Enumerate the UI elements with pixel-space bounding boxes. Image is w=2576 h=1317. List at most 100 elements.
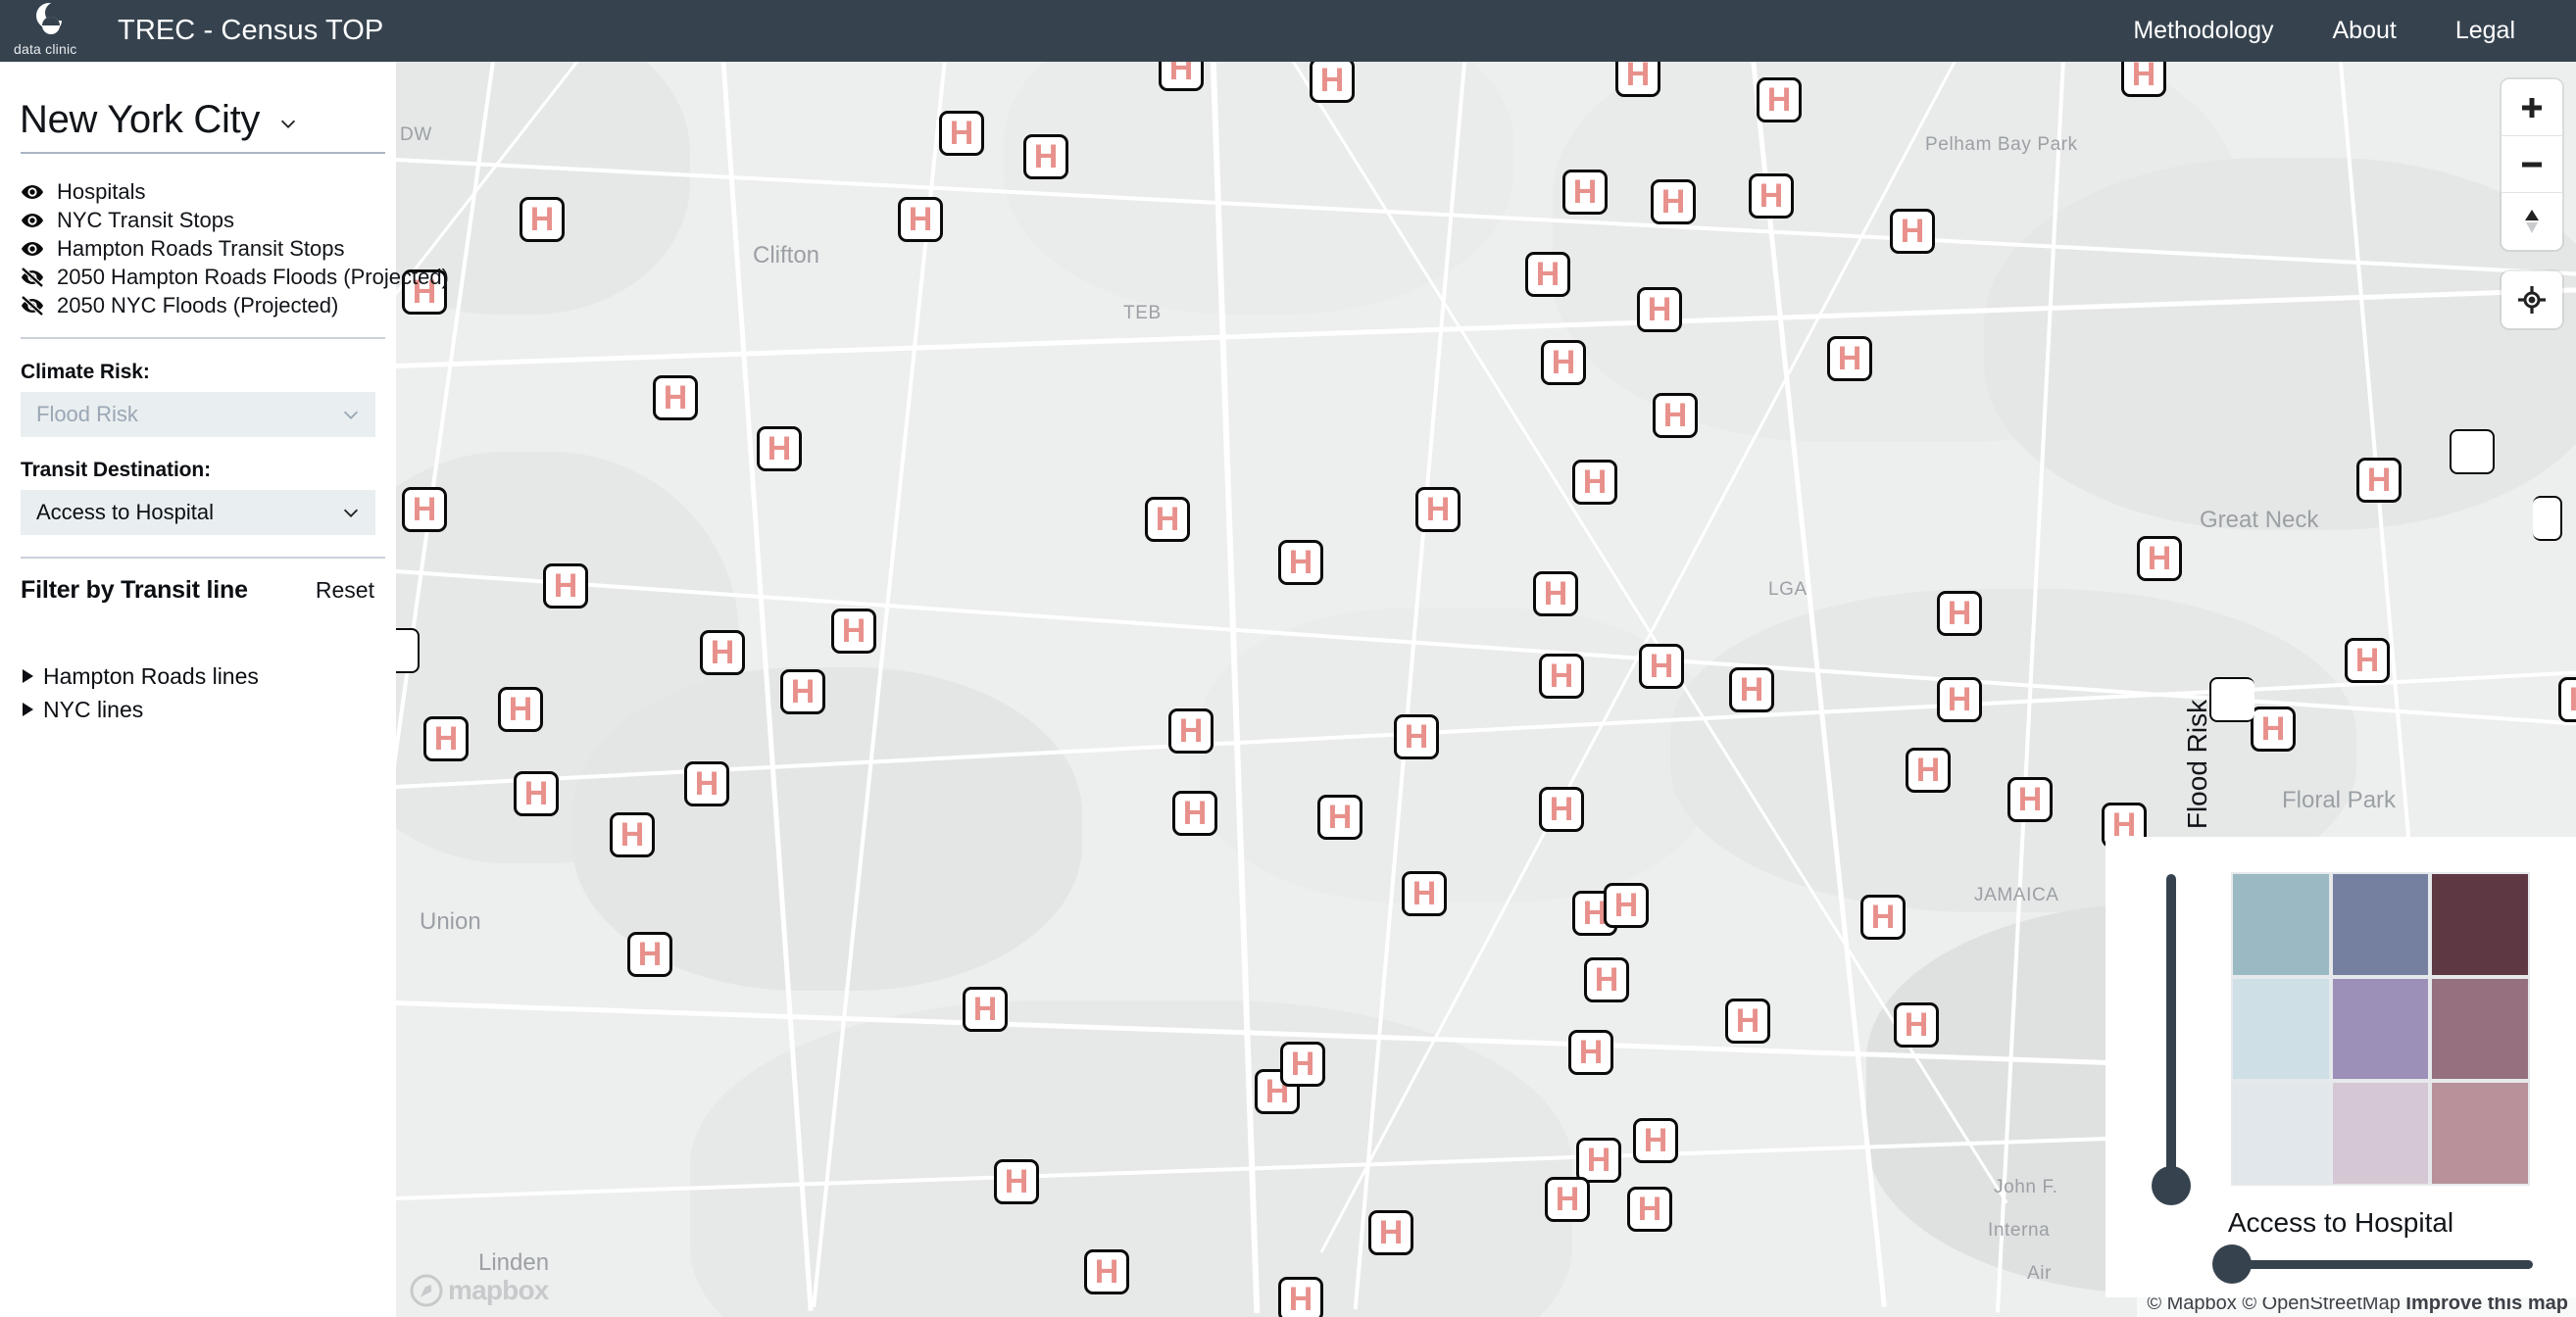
nav-link-legal[interactable]: Legal [2455, 17, 2515, 45]
hospital-marker[interactable]: H [2251, 707, 2296, 752]
layer-toggle-4[interactable]: 2050 NYC Floods (Projected) [21, 291, 396, 319]
hospital-marker[interactable]: H [2558, 677, 2576, 722]
hospital-marker[interactable]: H [1415, 487, 1461, 532]
hospital-marker[interactable]: H [2007, 777, 2053, 822]
hospital-marker[interactable]: H [1757, 77, 1802, 122]
hospital-marker[interactable]: H [1651, 179, 1696, 224]
hospital-marker[interactable]: H [1394, 714, 1439, 759]
zoom-in-button[interactable] [2502, 79, 2562, 136]
hospital-marker[interactable]: H [2137, 536, 2182, 581]
hospital-marker[interactable]: H [1145, 497, 1190, 542]
hospital-marker[interactable]: H [1541, 340, 1586, 385]
hospital-marker[interactable]: H [1562, 170, 1608, 215]
hospital-marker[interactable]: H [1725, 999, 1770, 1044]
layer-toggle-3[interactable]: 2050 Hampton Roads Floods (Projected) [21, 263, 449, 291]
layer-toggle-0[interactable]: Hospitals [21, 177, 396, 206]
nav-link-methodology[interactable]: Methodology [2133, 17, 2273, 45]
eye-off-icon[interactable] [21, 266, 44, 289]
legend-cell-r0-c1 [2332, 874, 2429, 975]
hospital-marker[interactable]: H [498, 687, 543, 732]
hospital-marker[interactable]: H [1278, 1277, 1323, 1317]
hospital-marker[interactable]: H [1639, 644, 1684, 689]
city-selector[interactable]: New York City [0, 62, 396, 152]
hospital-marker[interactable]: H [700, 630, 745, 675]
hospital-marker[interactable]: H [898, 197, 943, 242]
hospital-marker[interactable]: H [2356, 458, 2402, 503]
access-to-hospital-slider-knob[interactable] [2212, 1244, 2252, 1284]
hospital-marker[interactable]: H [757, 426, 802, 471]
hospital-marker[interactable]: H [684, 761, 729, 806]
hospital-marker[interactable]: H [627, 932, 672, 977]
hospital-marker[interactable]: H [963, 987, 1008, 1032]
hospital-marker[interactable]: H [1568, 1030, 1613, 1075]
hospital-marker[interactable]: H [610, 812, 655, 857]
hospital-marker[interactable]: H [1906, 748, 1951, 793]
hospital-marker[interactable]: H [1937, 677, 1982, 722]
hospital-marker[interactable]: H [1827, 336, 1872, 381]
hospital-marker[interactable]: H [1627, 1187, 1672, 1232]
hospital-marker[interactable]: H [1280, 1042, 1325, 1087]
zoom-out-button[interactable] [2502, 136, 2562, 193]
map-controls [2502, 79, 2562, 350]
hospital-marker[interactable]: H [939, 111, 984, 156]
reset-button[interactable]: Reset [316, 577, 374, 604]
hospital-marker[interactable]: H [1310, 58, 1355, 103]
accordion-0[interactable]: Hampton Roads lines [21, 659, 375, 693]
hospital-marker[interactable]: H [1402, 871, 1447, 916]
flood-risk-slider[interactable] [2152, 874, 2191, 1205]
hospital-marker[interactable]: H [780, 669, 825, 714]
eye-off-icon[interactable] [21, 294, 44, 317]
hospital-marker[interactable]: H [1637, 287, 1682, 332]
layer-toggle-1[interactable]: NYC Transit Stops [21, 206, 396, 234]
transit-destination-select[interactable]: Access to Hospital [21, 490, 375, 535]
hospital-marker[interactable]: H [2345, 638, 2390, 683]
hospital-marker[interactable]: H [423, 716, 469, 761]
flood-risk-slider-knob[interactable] [2152, 1166, 2191, 1205]
hospital-marker[interactable]: H [1368, 1210, 1413, 1255]
hospital-marker[interactable]: H [1278, 540, 1323, 585]
hospital-marker[interactable]: H [520, 197, 565, 242]
access-to-hospital-slider[interactable] [2212, 1244, 2533, 1284]
brand[interactable]: data clinic [0, 0, 118, 62]
hospital-marker[interactable]: H [1749, 173, 1794, 219]
hospital-marker[interactable]: H [1894, 1002, 1939, 1048]
hospital-marker[interactable]: H [1525, 252, 1570, 297]
accordion-1[interactable]: NYC lines [21, 693, 375, 726]
compass-button[interactable] [2502, 193, 2562, 250]
mapbox-wordmark: mapbox [448, 1275, 549, 1305]
hospital-marker[interactable]: H [1084, 1249, 1129, 1294]
hospital-marker[interactable]: H [1729, 667, 1774, 712]
nav-link-about[interactable]: About [2332, 17, 2396, 45]
hospital-marker[interactable]: H [1937, 591, 1982, 636]
hospital-marker[interactable]: H [653, 375, 698, 420]
hospital-marker[interactable]: H [1572, 460, 1617, 505]
hospital-marker[interactable]: H [1539, 654, 1584, 699]
hospital-marker[interactable]: H [1633, 1118, 1678, 1163]
mapbox-logo[interactable]: mapbox [410, 1274, 549, 1307]
hospital-marker[interactable]: H [1317, 795, 1362, 840]
hospital-marker[interactable]: H [1584, 957, 1629, 1002]
hospital-marker[interactable]: H [1653, 393, 1698, 438]
hospital-marker[interactable]: H [1533, 571, 1578, 616]
hospital-marker[interactable]: H [402, 487, 447, 532]
hospital-marker[interactable]: H [1545, 1177, 1590, 1222]
climate-risk-select[interactable]: Flood Risk [21, 392, 375, 437]
layer-toggle-2[interactable]: Hampton Roads Transit Stops [21, 234, 396, 263]
hospital-marker[interactable]: H [1576, 1138, 1621, 1183]
hospital-marker[interactable]: H [1168, 708, 1214, 754]
hospital-marker[interactable]: H [994, 1159, 1039, 1204]
eye-icon[interactable] [21, 180, 44, 204]
hospital-marker[interactable]: H [514, 771, 559, 816]
geolocate-button[interactable] [2502, 271, 2562, 328]
hospital-marker[interactable]: H [1860, 895, 1906, 940]
eye-icon[interactable] [21, 209, 44, 232]
hospital-marker[interactable]: H [543, 563, 588, 609]
hospital-marker[interactable]: H [831, 609, 876, 654]
hospital-marker[interactable]: H [1890, 209, 1935, 254]
hospital-marker[interactable]: H [1172, 791, 1217, 836]
hospital-marker[interactable]: H [1023, 134, 1068, 179]
hospital-marker[interactable]: H [1604, 883, 1649, 928]
eye-icon[interactable] [21, 237, 44, 261]
hospital-marker[interactable]: H [1539, 787, 1584, 832]
accordion-label: NYC lines [43, 696, 144, 722]
